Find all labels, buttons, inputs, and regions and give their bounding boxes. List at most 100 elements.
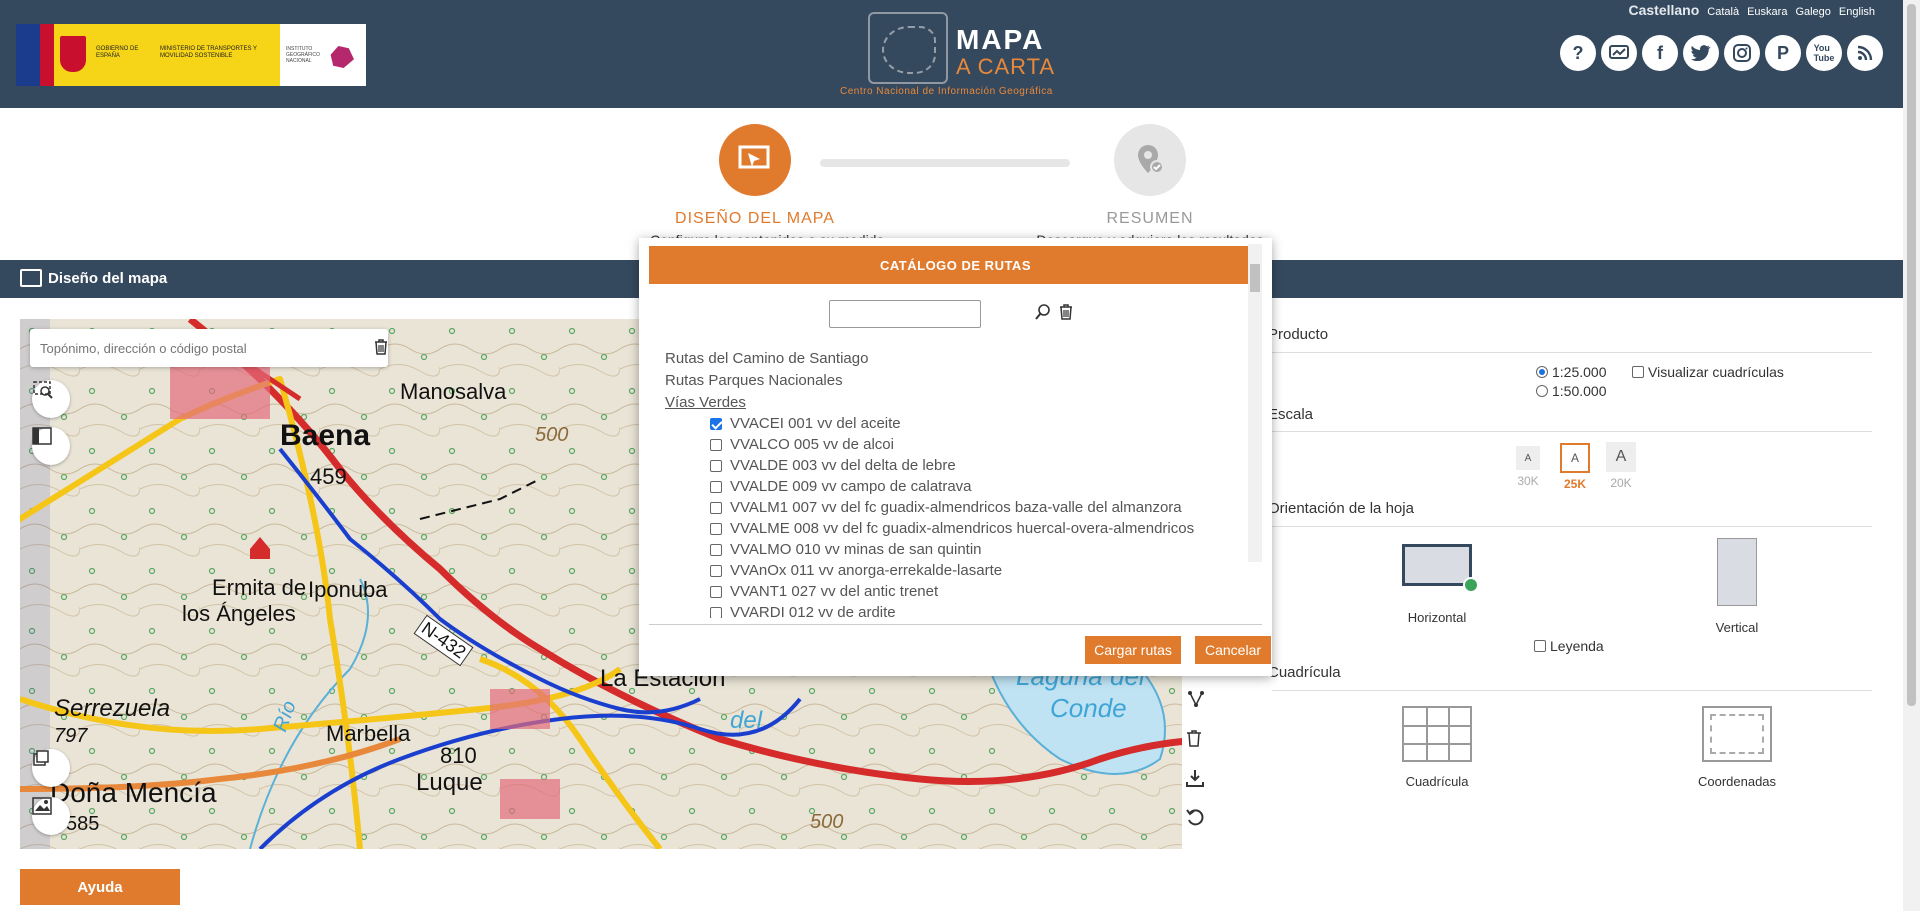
facebook-icon[interactable]: f bbox=[1642, 35, 1678, 71]
divider bbox=[1272, 690, 1872, 691]
route-checkbox[interactable] bbox=[710, 417, 722, 430]
route-item[interactable]: VVACEI 001 vv del aceite bbox=[710, 415, 901, 432]
route-checkbox[interactable] bbox=[710, 459, 722, 472]
route-checkbox[interactable] bbox=[710, 501, 722, 514]
orientation-vertical[interactable]: Vertical bbox=[1682, 538, 1792, 635]
route-label: VVALM1 007 vv del fc guadix-almendricos … bbox=[730, 499, 1182, 516]
toponym-search-input[interactable] bbox=[30, 329, 330, 367]
lang-euskara[interactable]: Euskara bbox=[1747, 6, 1787, 18]
toponym-search bbox=[30, 329, 388, 367]
youtube-icon[interactable]: You Tube bbox=[1806, 35, 1842, 71]
route-checkbox[interactable] bbox=[710, 564, 722, 577]
government-logo[interactable]: GOBIERNO DE ESPAÑA MINISTERIO DE TRANSPO… bbox=[16, 24, 366, 86]
route-item[interactable]: VVALME 008 vv del fc guadix-almendricos … bbox=[710, 520, 1194, 537]
route-catalog-list[interactable]: Rutas del Camino de Santiago Rutas Parqu… bbox=[649, 296, 1255, 618]
leyenda-checkbox[interactable]: Leyenda bbox=[1534, 638, 1604, 654]
checkbox[interactable] bbox=[1632, 366, 1644, 378]
help-button[interactable]: Ayuda bbox=[20, 869, 180, 905]
route-item[interactable]: VVANT1 027 vv del antic trenet bbox=[710, 583, 938, 600]
coat-of-arms-icon bbox=[60, 36, 86, 72]
scale-20k[interactable]: A 20K bbox=[1606, 442, 1636, 490]
cancel-button[interactable]: Cancelar bbox=[1195, 636, 1271, 664]
escala-heading: Escala bbox=[1268, 406, 1314, 423]
scrollbar-thumb[interactable] bbox=[1907, 4, 1916, 706]
basemap-image-icon[interactable] bbox=[32, 797, 70, 835]
clear-search-icon[interactable] bbox=[1059, 304, 1073, 325]
route-checkbox[interactable] bbox=[710, 438, 722, 451]
brand-subtitle: Centro Nacional de Información Geográfic… bbox=[840, 86, 1053, 97]
category-parques-nacionales[interactable]: Rutas Parques Nacionales bbox=[665, 372, 843, 389]
category-vias-verdes[interactable]: Vías Verdes bbox=[665, 394, 746, 411]
help-icon[interactable]: ? bbox=[1560, 35, 1596, 71]
scale-glyph: A bbox=[1606, 442, 1636, 472]
route-label: VVALCO 005 vv de alcoi bbox=[730, 436, 894, 453]
map-label: Iponuba bbox=[308, 577, 388, 602]
lang-castellano[interactable]: Castellano bbox=[1628, 2, 1699, 18]
route-item[interactable]: VVARDI 012 vv de ardite bbox=[710, 604, 896, 618]
page-scrollbar[interactable] bbox=[1903, 0, 1920, 911]
lang-galego[interactable]: Galego bbox=[1795, 6, 1830, 18]
route-item[interactable]: VVALDE 009 vv campo de calatrava bbox=[710, 478, 972, 495]
instagram-icon[interactable] bbox=[1724, 35, 1760, 71]
lang-catala[interactable]: Català bbox=[1707, 6, 1739, 18]
grid-coordenadas[interactable]: Coordenadas bbox=[1682, 706, 1792, 789]
visualizar-cuadriculas-checkbox[interactable]: Visualizar cuadrículas bbox=[1632, 364, 1784, 380]
scale-glyph: A bbox=[1560, 443, 1590, 473]
scale-option-50000[interactable]: 1:50.000 bbox=[1536, 383, 1607, 399]
orientation-horizontal[interactable]: Horizontal bbox=[1382, 544, 1492, 625]
route-search-input[interactable] bbox=[829, 300, 981, 328]
route-label: VVAnOx 011 vv anorga-errekalde-lasarte bbox=[730, 562, 1003, 579]
twitter-icon[interactable] bbox=[1683, 35, 1719, 71]
zoom-area-icon[interactable] bbox=[32, 380, 70, 418]
route-item[interactable]: VVALMO 010 vv minas de san quintin bbox=[710, 541, 982, 558]
dialog-scrollbar[interactable] bbox=[1248, 244, 1262, 562]
ign-label: INSTITUTO GEOGRÁFICO NACIONAL bbox=[286, 46, 320, 64]
sidebar-toggle-icon[interactable] bbox=[32, 427, 70, 465]
language-selector: Castellano Català Euskara Galego English bbox=[1628, 2, 1875, 18]
route-label: VVARDI 012 vv de ardite bbox=[730, 604, 896, 618]
route-item[interactable]: VVALM1 007 vv del fc guadix-almendricos … bbox=[710, 499, 1182, 516]
radio[interactable] bbox=[1536, 366, 1548, 378]
social-links: ? f P You Tube bbox=[1560, 35, 1883, 71]
download-icon[interactable] bbox=[1186, 769, 1224, 807]
step-title: RESUMEN bbox=[1106, 210, 1194, 227]
draw-route-icon[interactable] bbox=[1186, 689, 1224, 727]
route-checkbox[interactable] bbox=[710, 522, 722, 535]
route-item[interactable]: VVALCO 005 vv de alcoi bbox=[710, 436, 894, 453]
layers-icon[interactable] bbox=[32, 749, 70, 787]
category-camino-santiago[interactable]: Rutas del Camino de Santiago bbox=[665, 350, 868, 367]
load-routes-button[interactable]: Cargar rutas bbox=[1085, 636, 1181, 664]
scale-30k[interactable]: A 30K bbox=[1516, 446, 1540, 488]
step-summary[interactable]: RESUMEN Descargue y adquiera los resulta… bbox=[1025, 124, 1275, 248]
route-checkbox[interactable] bbox=[710, 480, 722, 493]
scale-option-25000[interactable]: 1:25.000 bbox=[1536, 364, 1607, 380]
rss-icon[interactable] bbox=[1847, 35, 1883, 71]
slideshow-icon[interactable] bbox=[1601, 35, 1637, 71]
delete-drawing-icon[interactable] bbox=[1186, 729, 1224, 767]
route-item[interactable]: VVAnOx 011 vv anorga-errekalde-lasarte bbox=[710, 562, 1002, 579]
gov-block: GOBIERNO DE ESPAÑA MINISTERIO DE TRANSPO… bbox=[40, 24, 280, 86]
radio[interactable] bbox=[1536, 385, 1548, 397]
search-icon[interactable] bbox=[1035, 304, 1051, 325]
checkbox[interactable] bbox=[1534, 640, 1546, 652]
cuadricula-heading: Cuadrícula bbox=[1268, 664, 1341, 681]
dialog-scrollbar-thumb[interactable] bbox=[1250, 264, 1260, 292]
step-design[interactable]: DISEÑO DEL MAPA Configure los contenidos… bbox=[650, 124, 884, 248]
grid-cuadricula[interactable]: Cuadrícula bbox=[1382, 706, 1492, 789]
scale-25k[interactable]: A 25K bbox=[1560, 443, 1590, 491]
route-item[interactable]: VVALDE 003 vv del delta de lebre bbox=[710, 457, 956, 474]
coordinates-frame bbox=[1710, 714, 1764, 754]
gov-label: GOBIERNO DE ESPAÑA bbox=[96, 46, 139, 59]
pinterest-icon[interactable]: P bbox=[1765, 35, 1801, 71]
map-label: 459 bbox=[310, 464, 347, 489]
map-label: Conde bbox=[1050, 693, 1127, 723]
map-label: 500 bbox=[535, 424, 569, 446]
lang-english[interactable]: English bbox=[1839, 6, 1875, 18]
location-check-icon bbox=[1114, 124, 1186, 196]
route-checkbox[interactable] bbox=[710, 543, 722, 556]
mapa-a-carta-logo[interactable]: MAPA A CARTA Centro Nacional de Informac… bbox=[838, 10, 1078, 102]
route-checkbox[interactable] bbox=[710, 585, 722, 598]
eu-flag bbox=[16, 24, 40, 86]
route-checkbox[interactable] bbox=[710, 606, 722, 618]
undo-icon[interactable] bbox=[1186, 809, 1224, 847]
